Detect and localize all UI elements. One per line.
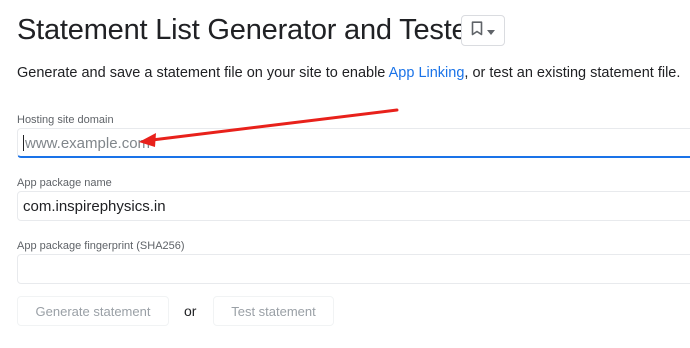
page-title: Statement List Generator and Tester	[17, 14, 477, 46]
package-name-value: com.inspirephysics.in	[23, 198, 166, 215]
intro-text: Generate and save a statement file on yo…	[17, 65, 680, 81]
fingerprint-label: App package fingerprint (SHA256)	[17, 240, 185, 252]
or-separator: or	[184, 303, 197, 319]
test-statement-button[interactable]: Test statement	[213, 296, 334, 326]
hosting-domain-input[interactable]: www.example.com	[17, 128, 690, 158]
bookmark-icon	[471, 20, 483, 41]
package-name-label: App package name	[17, 177, 112, 189]
hosting-domain-label: Hosting site domain	[17, 114, 114, 126]
fingerprint-input[interactable]	[17, 254, 690, 284]
bookmark-button[interactable]	[461, 15, 505, 46]
package-name-input[interactable]: com.inspirephysics.in	[17, 191, 690, 221]
intro-text-end: , or test an existing statement file.	[464, 65, 681, 81]
intro-text-start: Generate and save a statement file on yo…	[17, 65, 389, 81]
text-cursor	[23, 135, 24, 151]
generate-statement-button[interactable]: Generate statement	[17, 296, 169, 326]
caret-down-icon	[487, 22, 495, 40]
app-linking-link[interactable]: App Linking	[389, 65, 465, 81]
hosting-domain-placeholder: www.example.com	[25, 135, 151, 152]
